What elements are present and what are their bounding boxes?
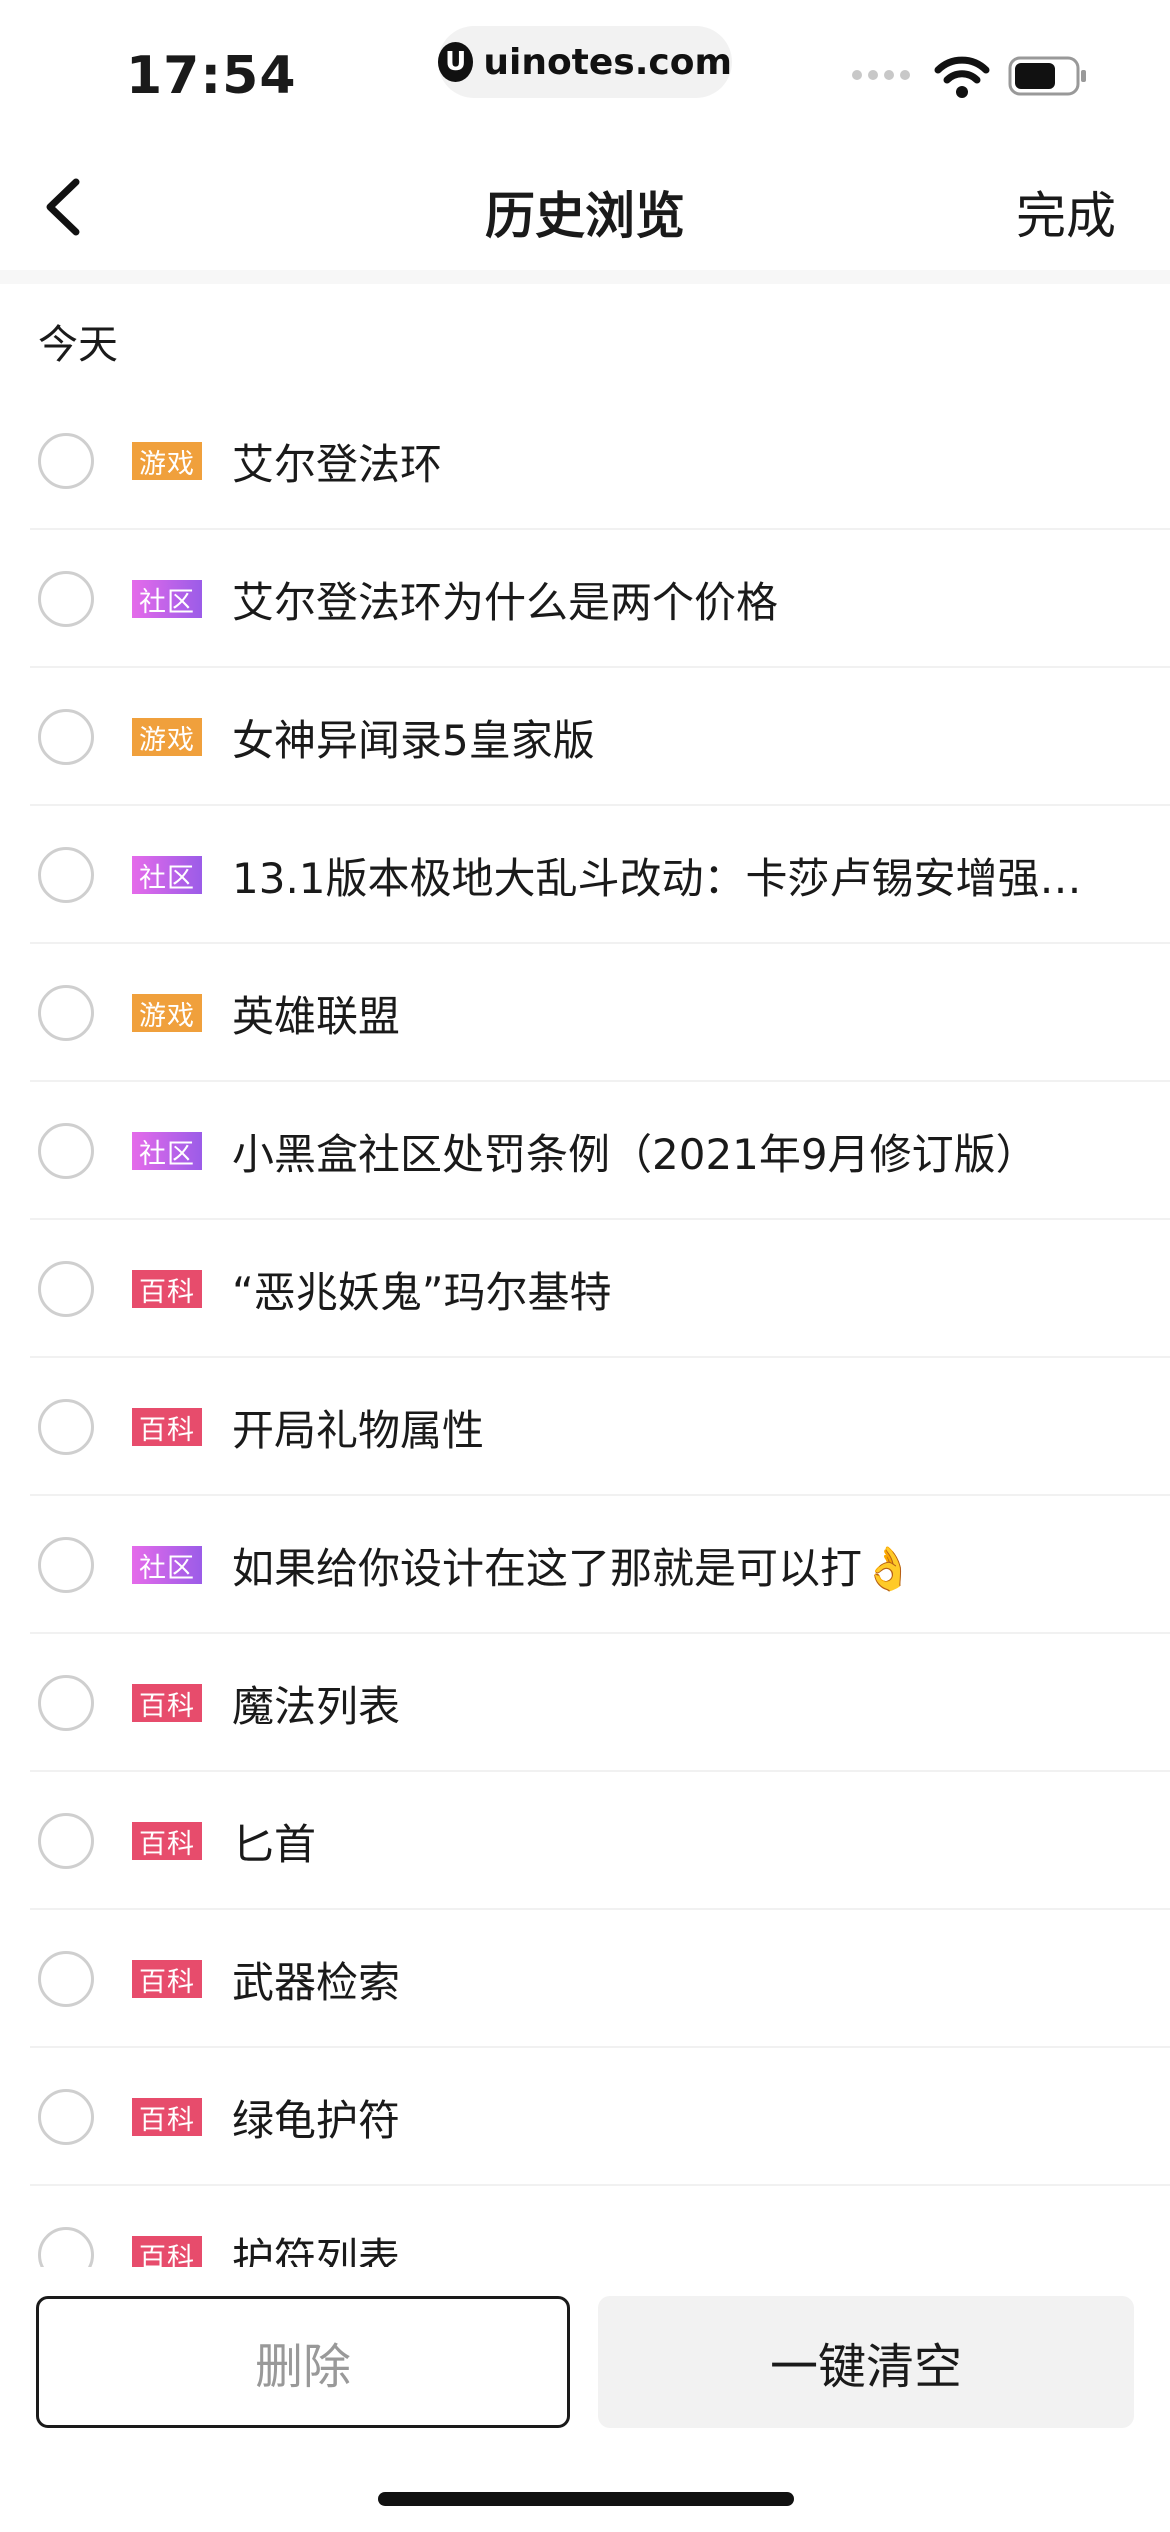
history-item-title: 艾尔登法环为什么是两个价格: [232, 577, 779, 627]
category-tag: 社区: [132, 856, 202, 894]
page-title: 历史浏览: [485, 187, 685, 245]
history-item-title: “恶兆妖鬼”玛尔基特: [232, 1267, 612, 1317]
section-header-today: 今天: [38, 322, 118, 368]
history-item-title: 魔法列表: [232, 1681, 401, 1731]
select-radio[interactable]: [38, 433, 94, 489]
nav-bar: 历史浏览 完成: [0, 150, 1170, 266]
history-item-title: 护符列表: [232, 2233, 401, 2268]
url-text: uinotes.com: [483, 41, 732, 83]
delete-button[interactable]: 删除: [36, 2296, 570, 2428]
bottom-action-bar: 删除 一键清空: [0, 2267, 1170, 2532]
uinotes-logo-icon: U: [438, 42, 474, 82]
select-radio[interactable]: [38, 2089, 94, 2145]
history-item-title: 绿龟护符: [232, 2095, 401, 2145]
select-radio[interactable]: [38, 1675, 94, 1731]
history-item-title: 女神异闻录5皇家版: [232, 715, 595, 765]
category-tag: 百科: [132, 2098, 202, 2136]
category-tag: 社区: [132, 1132, 202, 1170]
history-item-title: 匕首: [232, 1819, 317, 1869]
history-item[interactable]: 百科 开局礼物属性: [0, 1358, 1170, 1496]
category-tag: 游戏: [132, 994, 202, 1032]
done-button[interactable]: 完成: [1016, 176, 1116, 248]
history-item[interactable]: 游戏 女神异闻录5皇家版: [0, 668, 1170, 806]
history-item-title: 武器检索: [232, 1957, 401, 2007]
wifi-icon: [934, 56, 990, 98]
history-item-title: 13.1版本极地大乱斗改动：卡莎卢锡安增强；...: [232, 853, 1112, 903]
select-radio[interactable]: [38, 1261, 94, 1317]
select-radio[interactable]: [38, 1123, 94, 1179]
history-item[interactable]: 百科 魔法列表: [0, 1634, 1170, 1772]
home-indicator: [378, 2492, 794, 2506]
history-item[interactable]: 百科 武器检索: [0, 1910, 1170, 2048]
history-item[interactable]: 游戏 英雄联盟: [0, 944, 1170, 1082]
history-item-title: 开局礼物属性: [232, 1405, 485, 1455]
history-item-title: 艾尔登法环: [232, 439, 443, 489]
battery-icon: [1008, 56, 1086, 96]
history-item[interactable]: 百科 绿龟护符: [0, 2048, 1170, 2186]
history-item-title: 英雄联盟: [232, 991, 401, 1041]
history-item[interactable]: 社区 13.1版本极地大乱斗改动：卡莎卢锡安增强；...: [0, 806, 1170, 944]
history-item-title: 小黑盒社区处罚条例（2021年9月修订版）: [232, 1129, 1038, 1179]
select-radio[interactable]: [38, 2227, 94, 2267]
history-item[interactable]: 百科 “恶兆妖鬼”玛尔基特: [0, 1220, 1170, 1358]
select-radio[interactable]: [38, 1951, 94, 2007]
category-tag: 游戏: [132, 718, 202, 756]
category-tag: 社区: [132, 1546, 202, 1584]
select-radio[interactable]: [38, 1537, 94, 1593]
history-list: 游戏 艾尔登法环 社区 艾尔登法环为什么是两个价格 游戏 女神异闻录5皇家版 社区 13.1版…: [0, 392, 1170, 2267]
category-tag: 百科: [132, 1822, 202, 1860]
select-radio[interactable]: [38, 709, 94, 765]
select-radio[interactable]: [38, 847, 94, 903]
select-radio[interactable]: [38, 1399, 94, 1455]
category-tag: 社区: [132, 580, 202, 618]
history-item[interactable]: 百科 匕首: [0, 1772, 1170, 1910]
history-item[interactable]: 社区 如果给你设计在这了那就是可以打👌: [0, 1496, 1170, 1634]
divider: [0, 270, 1170, 284]
clear-all-button[interactable]: 一键清空: [598, 2296, 1134, 2428]
select-radio[interactable]: [38, 985, 94, 1041]
history-item[interactable]: 游戏 艾尔登法环: [0, 392, 1170, 530]
status-time: 17:54: [126, 46, 297, 106]
history-item[interactable]: 百科 护符列表: [0, 2186, 1170, 2267]
select-radio[interactable]: [38, 571, 94, 627]
select-radio[interactable]: [38, 1813, 94, 1869]
history-item-title: 如果给你设计在这了那就是可以打👌: [232, 1543, 915, 1593]
category-tag: 百科: [132, 1408, 202, 1446]
history-item[interactable]: 社区 艾尔登法环为什么是两个价格: [0, 530, 1170, 668]
history-item[interactable]: 社区 小黑盒社区处罚条例（2021年9月修订版）: [0, 1082, 1170, 1220]
category-tag: 百科: [132, 1684, 202, 1722]
category-tag: 百科: [132, 2236, 202, 2267]
url-pill[interactable]: U uinotes.com: [438, 26, 732, 98]
cellular-signal-icon: [852, 70, 910, 80]
category-tag: 百科: [132, 1960, 202, 1998]
category-tag: 游戏: [132, 442, 202, 480]
category-tag: 百科: [132, 1270, 202, 1308]
status-bar: 17:54 U uinotes.com: [0, 0, 1170, 130]
